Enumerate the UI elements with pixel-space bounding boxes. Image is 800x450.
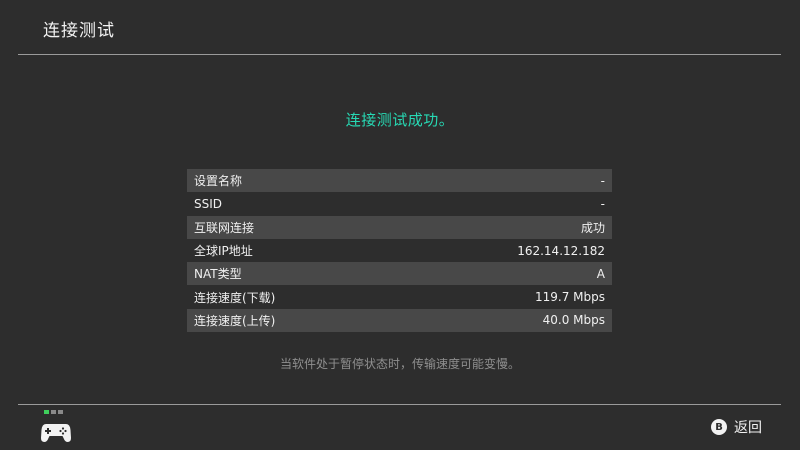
detail-row-settings-name: 设置名称 - [187, 169, 612, 193]
back-label: 返回 [734, 420, 762, 436]
detail-label: 互联网连接 [194, 220, 255, 235]
player-dot-1 [44, 410, 49, 414]
player-dot-3 [58, 410, 63, 414]
header-divider [18, 54, 781, 55]
detail-row-upload-speed: 连接速度(上传) 40.0 Mbps [187, 308, 612, 333]
footer-divider [18, 404, 781, 405]
header: 连接测试 [0, 0, 800, 54]
detail-row-nat-type: NAT类型 A [187, 262, 612, 286]
detail-row-ssid: SSID - [187, 192, 612, 216]
detail-label: 全球IP地址 [194, 244, 253, 259]
detail-label: 连接速度(下载) [194, 290, 276, 305]
detail-row-global-ip: 全球IP地址 162.14.12.182 [187, 238, 612, 263]
detail-value: 162.14.12.182 [517, 243, 605, 258]
controller-status [40, 410, 74, 444]
player-dot-2 [51, 410, 56, 414]
detail-label: NAT类型 [194, 267, 242, 282]
player-indicator-dots [44, 410, 63, 414]
detail-label: 设置名称 [194, 174, 243, 189]
detail-value: - [600, 173, 605, 188]
detail-label: SSID [194, 196, 223, 211]
connection-test-screen: 连接测试 连接测试成功。 设置名称 - SSID - 互联网连接 成功 全球IP… [0, 0, 800, 450]
success-message: 连接测试成功。 [345, 111, 455, 129]
connection-details-table: 设置名称 - SSID - 互联网连接 成功 全球IP地址 162.14.12.… [187, 169, 612, 333]
detail-value: 119.7 Mbps [534, 290, 605, 305]
detail-label: 连接速度(上传) [194, 313, 276, 328]
detail-value: A [596, 266, 605, 281]
detail-value: 成功 [580, 220, 605, 235]
detail-row-internet: 互联网连接 成功 [187, 215, 612, 239]
detail-value: 40.0 Mbps [542, 313, 605, 328]
speed-note: 当软件处于暂停状态时，传输速度可能变慢。 [279, 357, 520, 371]
detail-row-download-speed: 连接速度(下载) 119.7 Mbps [187, 285, 612, 309]
b-button-icon: B [711, 419, 727, 435]
joy-con-controller-icon [41, 424, 71, 442]
back-button[interactable]: B 返回 [711, 417, 762, 437]
detail-value: - [600, 196, 605, 211]
page-title: 连接测试 [43, 21, 115, 41]
